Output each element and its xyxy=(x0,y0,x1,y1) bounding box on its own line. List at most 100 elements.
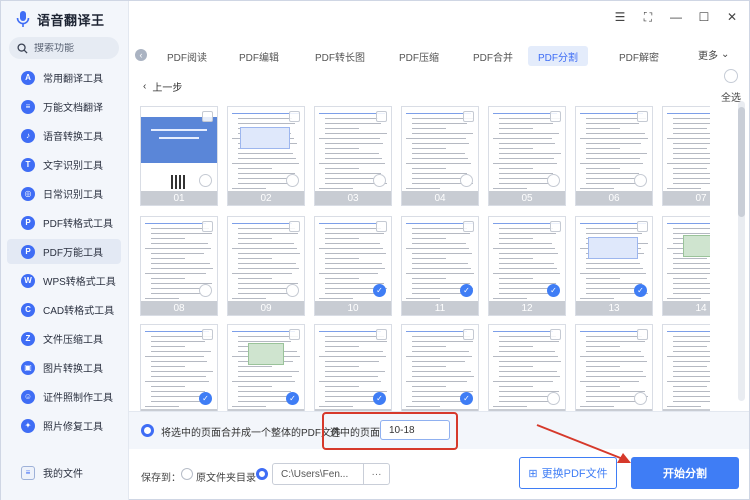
page-thumbnail[interactable]: 01 xyxy=(140,106,218,206)
expand-icon[interactable] xyxy=(637,329,648,340)
sidebar-item[interactable]: P PDF万能工具 xyxy=(7,239,121,264)
tab-item[interactable]: PDF解密 xyxy=(609,46,669,66)
page-thumbnail[interactable]: ✓18 xyxy=(401,324,479,411)
page-checkbox[interactable] xyxy=(634,174,647,187)
expand-icon[interactable] xyxy=(550,111,561,122)
sidebar-item[interactable]: T 文字识别工具 xyxy=(7,152,121,177)
page-checkbox[interactable] xyxy=(373,174,386,187)
custom-path-radio[interactable] xyxy=(256,468,268,480)
page-checkbox[interactable]: ✓ xyxy=(199,392,212,405)
page-checkbox[interactable]: ✓ xyxy=(373,284,386,297)
select-all-checkbox[interactable] xyxy=(724,69,738,83)
source-dir-radio[interactable] xyxy=(181,468,193,480)
close-icon[interactable]: ✕ xyxy=(725,10,739,24)
tab-item[interactable]: PDF合并 xyxy=(463,46,523,66)
browse-button[interactable]: ··· xyxy=(363,464,389,484)
maximize-icon[interactable]: ☐ xyxy=(697,10,711,24)
search-input[interactable] xyxy=(34,42,114,54)
menu-icon[interactable]: ☰ xyxy=(613,10,627,24)
page-checkbox[interactable] xyxy=(286,284,299,297)
expand-icon[interactable] xyxy=(637,221,648,232)
expand-icon[interactable] xyxy=(202,111,213,122)
page-thumbnail[interactable]: ✓ 13 xyxy=(575,216,653,316)
expand-icon[interactable] xyxy=(463,221,474,232)
select-all[interactable]: 全选 xyxy=(717,69,745,104)
page-checkbox[interactable]: ✓ xyxy=(373,392,386,405)
page-checkbox[interactable]: ✓ xyxy=(286,392,299,405)
page-checkbox[interactable] xyxy=(547,392,560,405)
expand-icon[interactable] xyxy=(376,221,387,232)
output-path-field[interactable]: C:\Users\Fen... ··· xyxy=(272,463,390,485)
page-thumbnail[interactable]: ✓ 10 xyxy=(314,216,392,316)
change-pdf-button[interactable]: ⊞ 更换PDF文件 xyxy=(519,457,617,489)
start-split-button[interactable]: 开始分割 xyxy=(631,457,739,489)
expand-icon[interactable] xyxy=(202,329,213,340)
expand-icon[interactable] xyxy=(376,111,387,122)
sidebar-item[interactable]: ☺ 证件照制作工具 xyxy=(7,384,121,409)
selected-pages-input[interactable] xyxy=(380,420,450,440)
page-thumbnail[interactable]: 21 xyxy=(662,324,710,411)
scrollbar-thumb[interactable] xyxy=(738,107,745,217)
page-checkbox[interactable] xyxy=(460,174,473,187)
page-thumbnail[interactable]: 08 xyxy=(140,216,218,316)
tab-item[interactable]: PDF压缩 xyxy=(389,46,449,66)
expand-icon[interactable] xyxy=(289,329,300,340)
sidebar-item[interactable]: ≡ 万能文档翻译 xyxy=(7,94,121,119)
page-thumbnail[interactable]: 09 xyxy=(227,216,305,316)
page-thumbnail[interactable]: 07 xyxy=(662,106,710,206)
tab-item[interactable]: PDF阅读 xyxy=(157,46,217,66)
tab-item[interactable]: PDF编辑 xyxy=(229,46,289,66)
expand-icon[interactable] xyxy=(289,111,300,122)
expand-icon[interactable] xyxy=(550,221,561,232)
sidebar-item[interactable]: Z 文件压缩工具 xyxy=(7,326,121,351)
search-box[interactable] xyxy=(9,37,119,59)
expand-icon[interactable] xyxy=(202,221,213,232)
page-thumbnail[interactable]: ✓15 xyxy=(140,324,218,411)
expand-icon[interactable] xyxy=(376,329,387,340)
page-thumbnail[interactable]: 02 xyxy=(227,106,305,206)
page-checkbox[interactable]: ✓ xyxy=(634,284,647,297)
my-files-link[interactable]: ≡ 我的文件 xyxy=(21,465,83,480)
expand-icon[interactable] xyxy=(289,221,300,232)
expand-icon[interactable] xyxy=(463,111,474,122)
sidebar-item[interactable]: ▣ 图片转换工具 xyxy=(7,355,121,380)
page-thumbnail[interactable]: 04 xyxy=(401,106,479,206)
page-thumbnail[interactable]: ✓16 xyxy=(227,324,305,411)
sidebar-item[interactable]: A 常用翻译工具 xyxy=(7,65,121,90)
page-checkbox[interactable] xyxy=(286,174,299,187)
page-checkbox[interactable]: ✓ xyxy=(460,284,473,297)
tab-item[interactable]: PDF转长图 xyxy=(305,46,375,66)
page-thumbnail[interactable]: ✓ 11 xyxy=(401,216,479,316)
expand-icon[interactable] xyxy=(550,329,561,340)
sidebar-item[interactable]: ♪ 语音转换工具 xyxy=(7,123,121,148)
page-checkbox[interactable] xyxy=(634,392,647,405)
page-thumbnail[interactable]: 03 xyxy=(314,106,392,206)
sidebar-item[interactable]: P PDF转格式工具 xyxy=(7,210,121,235)
page-checkbox[interactable] xyxy=(547,174,560,187)
scrollbar[interactable] xyxy=(738,101,745,401)
back-button[interactable]: ‹ 上一步 xyxy=(143,79,182,94)
page-checkbox[interactable] xyxy=(199,284,212,297)
page-thumbnail[interactable]: 20 xyxy=(575,324,653,411)
tabs-prev-icon[interactable]: ‹ xyxy=(135,49,147,61)
page-checkbox[interactable]: ✓ xyxy=(460,392,473,405)
page-thumbnail[interactable]: ✓14 xyxy=(662,216,710,316)
expand-icon[interactable] xyxy=(463,329,474,340)
sidebar-item[interactable]: C CAD转格式工具 xyxy=(7,297,121,322)
page-thumbnail[interactable]: 06 xyxy=(575,106,653,206)
fullscreen-icon[interactable]: ⛶ xyxy=(641,10,655,24)
page-thumbnail[interactable]: ✓17 xyxy=(314,324,392,411)
sidebar-item[interactable]: ✦ 照片修复工具 xyxy=(7,413,121,438)
minimize-icon[interactable]: — xyxy=(669,10,683,24)
page-thumbnail[interactable]: 19 xyxy=(488,324,566,411)
page-checkbox[interactable]: ✓ xyxy=(547,284,560,297)
merge-radio[interactable] xyxy=(141,424,154,437)
page-checkbox[interactable] xyxy=(199,174,212,187)
expand-icon[interactable] xyxy=(637,111,648,122)
tab-item[interactable]: PDF分割 xyxy=(528,46,588,66)
sidebar-item[interactable]: ◎ 日常识别工具 xyxy=(7,181,121,206)
page-thumbnail[interactable]: 05 xyxy=(488,106,566,206)
sidebar-item[interactable]: W WPS转格式工具 xyxy=(7,268,121,293)
more-tabs-dropdown[interactable]: 更多 ⌄ xyxy=(698,47,729,62)
page-thumbnail[interactable]: ✓ 12 xyxy=(488,216,566,316)
